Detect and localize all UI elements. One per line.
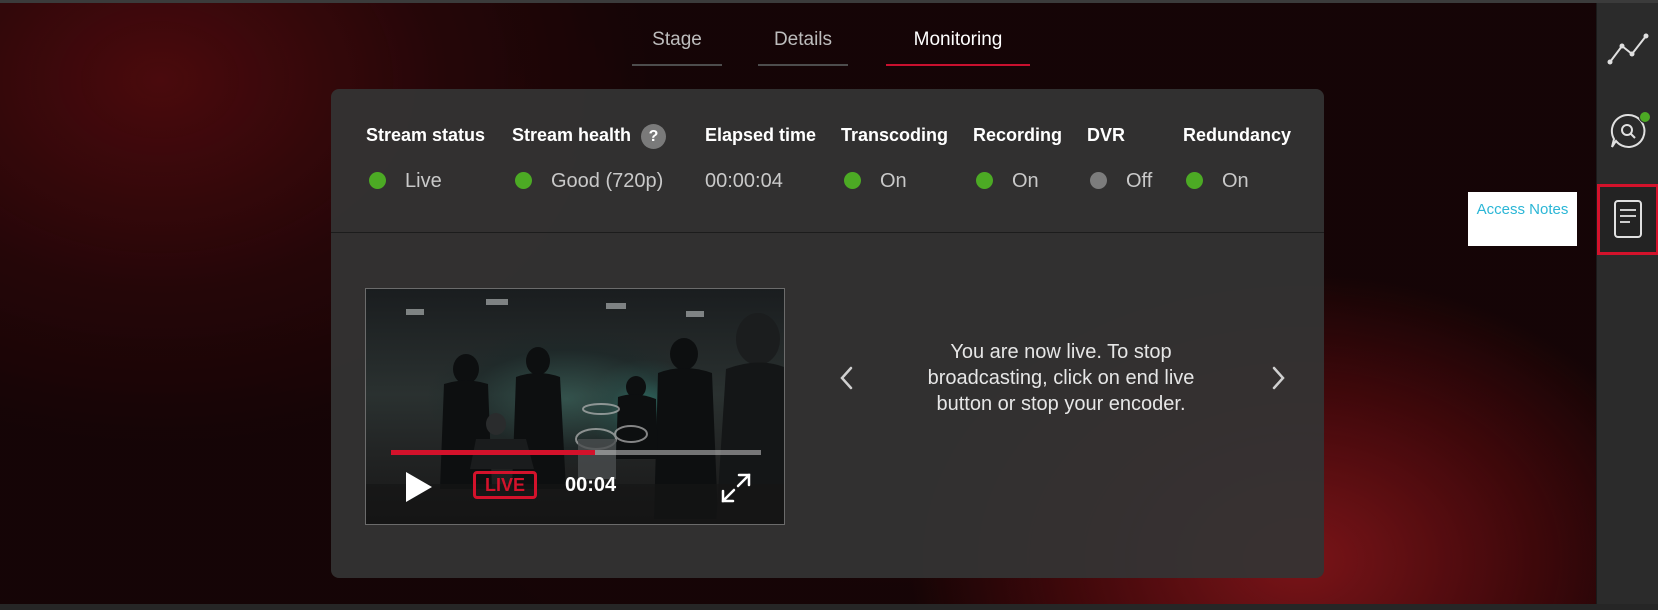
stream-status-label: Stream status (366, 125, 486, 145)
right-sidebar (1596, 3, 1658, 604)
stream-status-text: Live (405, 170, 442, 192)
redundancy-indicator-icon (1186, 172, 1203, 189)
transcoding-text: On (880, 170, 907, 192)
stream-health: Stream health? Good (720p) (512, 123, 667, 192)
redundancy-text: On (1222, 170, 1249, 192)
progress-bar[interactable] (391, 450, 761, 455)
redundancy-label: Redundancy (1183, 125, 1292, 145)
player-time: 00:04 (565, 474, 617, 496)
recording-text: On (1012, 170, 1039, 192)
fullscreen-icon[interactable] (719, 471, 753, 505)
play-icon[interactable] (400, 469, 436, 505)
notification-dot (1639, 111, 1651, 123)
transcoding: Transcoding On (841, 123, 949, 192)
recording-indicator-icon (976, 172, 993, 189)
stream-health-text: Good (720p) (551, 170, 664, 192)
status-indicator-icon (369, 172, 386, 189)
elapsed-time-value: 00:00:04 (705, 170, 783, 192)
transcoding-label: Transcoding (841, 125, 949, 145)
window-top-edge (0, 0, 1658, 3)
access-notes-tooltip: Access Notes (1468, 192, 1577, 246)
health-indicator-icon (515, 172, 532, 189)
tab-stage[interactable]: Stage (632, 22, 722, 66)
recording-label: Recording (973, 125, 1063, 145)
chat-search-icon (1610, 113, 1646, 148)
status-row: Stream status Live Stream health? Good (… (331, 89, 1324, 233)
notes-icon (1614, 200, 1642, 238)
dvr-label: DVR (1087, 125, 1126, 145)
dvr: DVR Off (1087, 123, 1152, 192)
transcoding-value: On (841, 168, 907, 194)
recording-value: On (973, 168, 1039, 194)
transcoding-indicator-icon (844, 172, 861, 189)
tab-details[interactable]: Details (758, 22, 848, 66)
recording: Recording On (973, 123, 1063, 192)
stream-health-label-text: Stream health (512, 125, 632, 145)
redundancy: Redundancy On (1183, 123, 1292, 192)
elapsed-time: Elapsed time 00:00:04 (705, 123, 817, 192)
chevron-left-icon[interactable] (835, 363, 859, 393)
progress-fill (391, 450, 595, 455)
notes-button[interactable] (1597, 184, 1658, 255)
chevron-right-icon[interactable] (1266, 363, 1290, 393)
help-icon[interactable]: ? (641, 124, 667, 149)
redundancy-value: On (1183, 168, 1249, 194)
video-preview[interactable]: LIVE 00:04 (365, 288, 785, 525)
stream-health-label: Stream health? (512, 123, 667, 149)
elapsed-time-label: Elapsed time (705, 125, 817, 145)
dvr-indicator-icon (1090, 172, 1107, 189)
dvr-text: Off (1126, 170, 1153, 192)
tab-monitoring[interactable]: Monitoring (886, 22, 1030, 66)
live-badge: LIVE (473, 471, 537, 499)
analytics-chart-icon[interactable] (1602, 18, 1654, 78)
monitoring-panel: Stream status Live Stream health? Good (… (331, 89, 1324, 578)
carousel-message: You are now live. To stop broadcasting, … (927, 341, 1195, 415)
dvr-value: Off (1087, 168, 1152, 194)
chat-search-button[interactable] (1602, 101, 1654, 161)
stream-status-value: Live (366, 168, 442, 194)
stream-status: Stream status Live (366, 123, 486, 192)
window-bottom-edge (0, 604, 1658, 610)
stream-health-value: Good (720p) (512, 168, 663, 194)
